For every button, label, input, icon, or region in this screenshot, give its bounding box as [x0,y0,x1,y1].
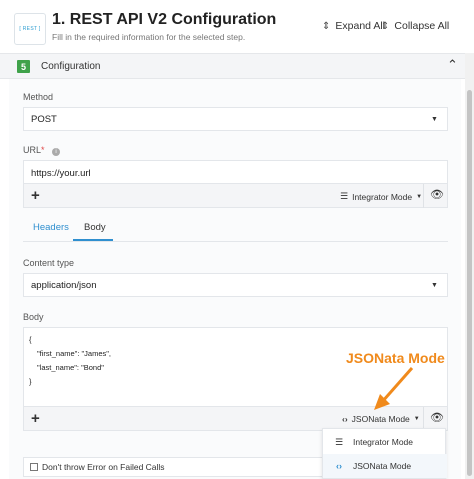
collapse-icon: ⇕ [381,20,390,32]
eye-icon[interactable]: 👁 [430,188,444,201]
method-select[interactable]: POST ▼ [23,107,448,131]
code-line: { [29,335,32,344]
content-type-label: Content type [23,258,75,268]
content-type-select[interactable]: application/json ▼ [23,273,448,297]
method-label: Method [23,92,54,102]
code-line: } [29,377,32,386]
collapse-all-label: Collapse All [394,20,450,32]
dialog-header: [ REST ] 1. REST API V2 Configuration Fi… [0,0,474,52]
jsonata-mode-dropdown[interactable]: ‹› JSONata Mode ▼ [342,414,420,424]
step-label: Configuration [41,61,101,72]
chevron-up-icon[interactable]: ⌃ [447,57,458,73]
integrator-mode-icon: ☰ [340,191,349,201]
menu-item-label: JSONata Mode [353,461,412,471]
url-label-text: URL [23,145,42,155]
eye-icon[interactable]: 👁 [430,411,444,424]
url-mode-label: Integrator Mode [352,191,413,202]
url-input[interactable]: https://your.url [23,160,448,184]
expand-all-button[interactable]: ⇕ Expand All [322,20,385,32]
page-subtitle: Fill in the required information for the… [52,32,246,42]
expand-all-label: Expand All [335,20,386,32]
method-value: POST [31,114,57,125]
caret-down-icon: ▼ [431,116,438,123]
menu-item-label: Integrator Mode [353,437,414,447]
caret-down-icon: ▼ [431,282,438,289]
code-brackets-icon: ‹› [336,461,342,471]
tab-body[interactable]: Body [84,222,106,233]
menu-item-jsonata-mode[interactable]: ‹› JSONata Mode [323,454,447,478]
page-title: 1. REST API V2 Configuration [52,11,277,28]
tab-headers[interactable]: Headers [33,222,69,233]
body-label: Body [23,312,44,322]
content-type-value: application/json [31,280,97,291]
dont-throw-error-checkbox[interactable] [30,463,38,471]
body-mode-label: JSONata Mode [351,414,410,424]
dont-throw-error-label: Don't throw Error on Failed Calls [42,462,165,472]
code-line: "last_name": "Bond" [37,363,104,372]
required-mark: * [41,145,45,155]
code-brackets-icon: ‹› [342,414,348,424]
integrator-mode-dropdown[interactable]: ☰ Integrator Mode ▼ [340,191,422,202]
step-number-badge: 5 [17,60,30,73]
menu-item-integrator-mode[interactable]: ☰ Integrator Mode [323,430,447,454]
url-editor-toolbar: + ☰ Integrator Mode ▼ 👁 [23,184,448,208]
dont-throw-error-row[interactable]: Don't throw Error on Failed Calls [23,457,323,477]
step-section-header[interactable]: 5 Configuration ⌃ [0,53,465,79]
url-value: https://your.url [31,168,91,179]
annotation-arrow-icon [374,367,414,410]
caret-down-icon: ▼ [413,416,420,422]
scrollbar-thumb[interactable] [467,90,472,476]
plus-icon[interactable]: + [31,411,40,426]
caret-down-icon: ▼ [416,193,423,200]
logo-text: [ REST ] [19,26,41,32]
code-line: "first_name": "James", [37,349,112,358]
url-label: URL* i [23,145,61,156]
info-icon: i [52,148,61,156]
rest-logo: [ REST ] [14,13,46,45]
toolbar-divider [423,184,424,208]
mode-dropdown-menu: ☰ Integrator Mode ‹› JSONata Mode [322,428,447,479]
tabs-divider [23,241,448,242]
plus-icon[interactable]: + [31,188,40,203]
collapse-all-button[interactable]: ⇕ Collapse All [381,20,449,32]
expand-icon: ⇕ [322,20,331,32]
integrator-mode-icon: ☰ [334,436,344,447]
